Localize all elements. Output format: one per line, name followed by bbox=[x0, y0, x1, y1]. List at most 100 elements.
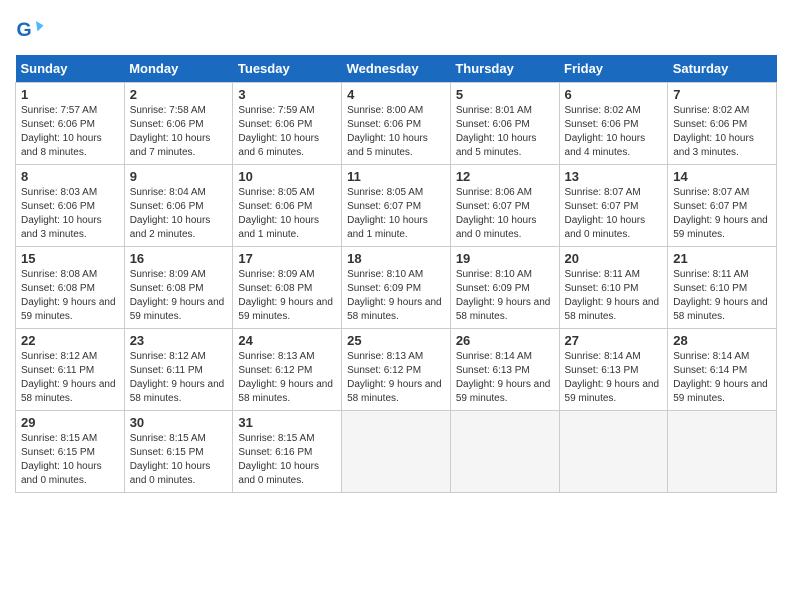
calendar-cell: 28 Sunrise: 8:14 AMSunset: 6:14 PMDaylig… bbox=[668, 329, 777, 411]
day-number: 6 bbox=[565, 87, 663, 102]
header-row: Sunday Monday Tuesday Wednesday Thursday… bbox=[16, 55, 777, 83]
calendar-cell: 7 Sunrise: 8:02 AMSunset: 6:06 PMDayligh… bbox=[668, 83, 777, 165]
calendar-cell: 18 Sunrise: 8:10 AMSunset: 6:09 PMDaylig… bbox=[342, 247, 451, 329]
day-number: 9 bbox=[130, 169, 228, 184]
calendar-cell: 27 Sunrise: 8:14 AMSunset: 6:13 PMDaylig… bbox=[559, 329, 668, 411]
cell-info: Sunrise: 8:13 AMSunset: 6:12 PMDaylight:… bbox=[347, 351, 442, 404]
day-number: 13 bbox=[565, 169, 663, 184]
cell-info: Sunrise: 8:07 AMSunset: 6:07 PMDaylight:… bbox=[565, 187, 646, 240]
col-wednesday: Wednesday bbox=[342, 55, 451, 83]
col-friday: Friday bbox=[559, 55, 668, 83]
day-number: 5 bbox=[456, 87, 554, 102]
calendar-row: 1 Sunrise: 7:57 AMSunset: 6:06 PMDayligh… bbox=[16, 83, 777, 165]
cell-info: Sunrise: 8:00 AMSunset: 6:06 PMDaylight:… bbox=[347, 105, 428, 158]
cell-info: Sunrise: 7:57 AMSunset: 6:06 PMDaylight:… bbox=[21, 105, 102, 158]
day-number: 15 bbox=[21, 251, 119, 266]
day-number: 11 bbox=[347, 169, 445, 184]
day-number: 22 bbox=[21, 333, 119, 348]
calendar-cell: 1 Sunrise: 7:57 AMSunset: 6:06 PMDayligh… bbox=[16, 83, 125, 165]
day-number: 19 bbox=[456, 251, 554, 266]
day-number: 14 bbox=[673, 169, 771, 184]
cell-info: Sunrise: 8:15 AMSunset: 6:15 PMDaylight:… bbox=[130, 433, 211, 486]
cell-info: Sunrise: 8:07 AMSunset: 6:07 PMDaylight:… bbox=[673, 187, 768, 240]
col-saturday: Saturday bbox=[668, 55, 777, 83]
col-monday: Monday bbox=[124, 55, 233, 83]
calendar-cell: 29 Sunrise: 8:15 AMSunset: 6:15 PMDaylig… bbox=[16, 411, 125, 493]
cell-info: Sunrise: 8:01 AMSunset: 6:06 PMDaylight:… bbox=[456, 105, 537, 158]
calendar-cell: 31 Sunrise: 8:15 AMSunset: 6:16 PMDaylig… bbox=[233, 411, 342, 493]
calendar-cell: 17 Sunrise: 8:09 AMSunset: 6:08 PMDaylig… bbox=[233, 247, 342, 329]
calendar-cell: 2 Sunrise: 7:58 AMSunset: 6:06 PMDayligh… bbox=[124, 83, 233, 165]
cell-info: Sunrise: 8:06 AMSunset: 6:07 PMDaylight:… bbox=[456, 187, 537, 240]
cell-info: Sunrise: 8:02 AMSunset: 6:06 PMDaylight:… bbox=[565, 105, 646, 158]
cell-info: Sunrise: 8:12 AMSunset: 6:11 PMDaylight:… bbox=[21, 351, 116, 404]
calendar-cell: 8 Sunrise: 8:03 AMSunset: 6:06 PMDayligh… bbox=[16, 165, 125, 247]
cell-info: Sunrise: 8:05 AMSunset: 6:07 PMDaylight:… bbox=[347, 187, 428, 240]
day-number: 28 bbox=[673, 333, 771, 348]
day-number: 4 bbox=[347, 87, 445, 102]
calendar-cell: 30 Sunrise: 8:15 AMSunset: 6:15 PMDaylig… bbox=[124, 411, 233, 493]
calendar-cell: 11 Sunrise: 8:05 AMSunset: 6:07 PMDaylig… bbox=[342, 165, 451, 247]
day-number: 23 bbox=[130, 333, 228, 348]
day-number: 25 bbox=[347, 333, 445, 348]
calendar-cell: 19 Sunrise: 8:10 AMSunset: 6:09 PMDaylig… bbox=[450, 247, 559, 329]
day-number: 18 bbox=[347, 251, 445, 266]
day-number: 21 bbox=[673, 251, 771, 266]
cell-info: Sunrise: 8:15 AMSunset: 6:15 PMDaylight:… bbox=[21, 433, 102, 486]
calendar-row: 15 Sunrise: 8:08 AMSunset: 6:08 PMDaylig… bbox=[16, 247, 777, 329]
cell-info: Sunrise: 8:03 AMSunset: 6:06 PMDaylight:… bbox=[21, 187, 102, 240]
calendar-cell: 3 Sunrise: 7:59 AMSunset: 6:06 PMDayligh… bbox=[233, 83, 342, 165]
cell-info: Sunrise: 8:09 AMSunset: 6:08 PMDaylight:… bbox=[238, 269, 333, 322]
calendar-cell: 22 Sunrise: 8:12 AMSunset: 6:11 PMDaylig… bbox=[16, 329, 125, 411]
day-number: 7 bbox=[673, 87, 771, 102]
calendar-cell: 20 Sunrise: 8:11 AMSunset: 6:10 PMDaylig… bbox=[559, 247, 668, 329]
page-header: G bbox=[15, 15, 777, 45]
calendar-cell: 12 Sunrise: 8:06 AMSunset: 6:07 PMDaylig… bbox=[450, 165, 559, 247]
calendar-row: 22 Sunrise: 8:12 AMSunset: 6:11 PMDaylig… bbox=[16, 329, 777, 411]
calendar-cell: 24 Sunrise: 8:13 AMSunset: 6:12 PMDaylig… bbox=[233, 329, 342, 411]
calendar-cell: 14 Sunrise: 8:07 AMSunset: 6:07 PMDaylig… bbox=[668, 165, 777, 247]
calendar-cell: 21 Sunrise: 8:11 AMSunset: 6:10 PMDaylig… bbox=[668, 247, 777, 329]
cell-info: Sunrise: 8:05 AMSunset: 6:06 PMDaylight:… bbox=[238, 187, 319, 240]
day-number: 24 bbox=[238, 333, 336, 348]
day-number: 12 bbox=[456, 169, 554, 184]
cell-info: Sunrise: 8:04 AMSunset: 6:06 PMDaylight:… bbox=[130, 187, 211, 240]
calendar-row: 29 Sunrise: 8:15 AMSunset: 6:15 PMDaylig… bbox=[16, 411, 777, 493]
day-number: 1 bbox=[21, 87, 119, 102]
cell-info: Sunrise: 8:02 AMSunset: 6:06 PMDaylight:… bbox=[673, 105, 754, 158]
calendar-cell: 4 Sunrise: 8:00 AMSunset: 6:06 PMDayligh… bbox=[342, 83, 451, 165]
cell-info: Sunrise: 8:12 AMSunset: 6:11 PMDaylight:… bbox=[130, 351, 225, 404]
logo: G bbox=[15, 15, 47, 45]
cell-info: Sunrise: 8:08 AMSunset: 6:08 PMDaylight:… bbox=[21, 269, 116, 322]
calendar-cell: 26 Sunrise: 8:14 AMSunset: 6:13 PMDaylig… bbox=[450, 329, 559, 411]
calendar-cell: 16 Sunrise: 8:09 AMSunset: 6:08 PMDaylig… bbox=[124, 247, 233, 329]
day-number: 3 bbox=[238, 87, 336, 102]
day-number: 30 bbox=[130, 415, 228, 430]
calendar-cell: 15 Sunrise: 8:08 AMSunset: 6:08 PMDaylig… bbox=[16, 247, 125, 329]
calendar-cell bbox=[559, 411, 668, 493]
day-number: 2 bbox=[130, 87, 228, 102]
calendar-cell: 5 Sunrise: 8:01 AMSunset: 6:06 PMDayligh… bbox=[450, 83, 559, 165]
cell-info: Sunrise: 8:11 AMSunset: 6:10 PMDaylight:… bbox=[565, 269, 660, 322]
cell-info: Sunrise: 8:15 AMSunset: 6:16 PMDaylight:… bbox=[238, 433, 319, 486]
day-number: 31 bbox=[238, 415, 336, 430]
day-number: 10 bbox=[238, 169, 336, 184]
calendar-cell: 10 Sunrise: 8:05 AMSunset: 6:06 PMDaylig… bbox=[233, 165, 342, 247]
col-tuesday: Tuesday bbox=[233, 55, 342, 83]
day-number: 26 bbox=[456, 333, 554, 348]
svg-text:G: G bbox=[17, 19, 32, 41]
calendar-row: 8 Sunrise: 8:03 AMSunset: 6:06 PMDayligh… bbox=[16, 165, 777, 247]
cell-info: Sunrise: 8:09 AMSunset: 6:08 PMDaylight:… bbox=[130, 269, 225, 322]
day-number: 8 bbox=[21, 169, 119, 184]
day-number: 20 bbox=[565, 251, 663, 266]
cell-info: Sunrise: 7:58 AMSunset: 6:06 PMDaylight:… bbox=[130, 105, 211, 158]
cell-info: Sunrise: 8:10 AMSunset: 6:09 PMDaylight:… bbox=[347, 269, 442, 322]
calendar-table: Sunday Monday Tuesday Wednesday Thursday… bbox=[15, 55, 777, 493]
cell-info: Sunrise: 8:11 AMSunset: 6:10 PMDaylight:… bbox=[673, 269, 768, 322]
calendar-cell bbox=[342, 411, 451, 493]
calendar-cell: 23 Sunrise: 8:12 AMSunset: 6:11 PMDaylig… bbox=[124, 329, 233, 411]
day-number: 16 bbox=[130, 251, 228, 266]
cell-info: Sunrise: 8:14 AMSunset: 6:13 PMDaylight:… bbox=[456, 351, 551, 404]
cell-info: Sunrise: 8:10 AMSunset: 6:09 PMDaylight:… bbox=[456, 269, 551, 322]
col-thursday: Thursday bbox=[450, 55, 559, 83]
